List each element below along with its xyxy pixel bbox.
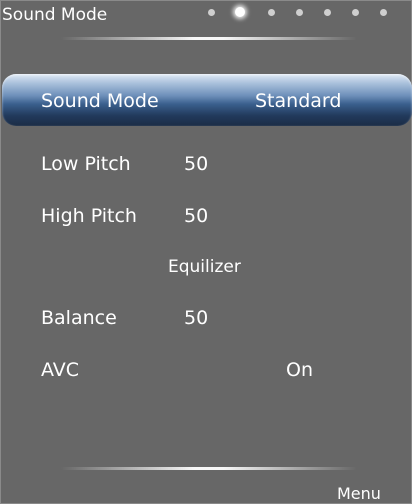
high-pitch-value: 50 [184,205,209,227]
sound-mode-screen: Sound Mode Sound Mode Standard Low Pitch… [0,0,412,504]
page-dot-5[interactable] [324,9,331,16]
top-divider [61,37,357,40]
avc-value: On [286,359,313,381]
balance-label: Balance [41,307,117,329]
menu-item-equalizer[interactable]: Equilizer [168,256,241,278]
page-dot-4[interactable] [296,9,303,16]
page-indicator [206,6,401,18]
high-pitch-label: High Pitch [41,205,137,227]
low-pitch-value: 50 [184,153,209,175]
avc-label: AVC [41,359,80,381]
sound-mode-label: Sound Mode [41,90,159,112]
balance-value: 50 [184,307,209,329]
page-dot-6[interactable] [352,9,359,16]
menu-button[interactable]: Menu [337,484,381,504]
page-dot-3[interactable] [268,9,275,16]
page-dot-7[interactable] [380,9,387,16]
bottom-divider [61,467,357,470]
page-dot-1[interactable] [208,9,215,16]
page-dot-2-active[interactable] [235,7,245,17]
low-pitch-label: Low Pitch [41,153,131,175]
sound-mode-value: Standard [255,90,342,112]
page-title: Sound Mode [2,5,108,25]
